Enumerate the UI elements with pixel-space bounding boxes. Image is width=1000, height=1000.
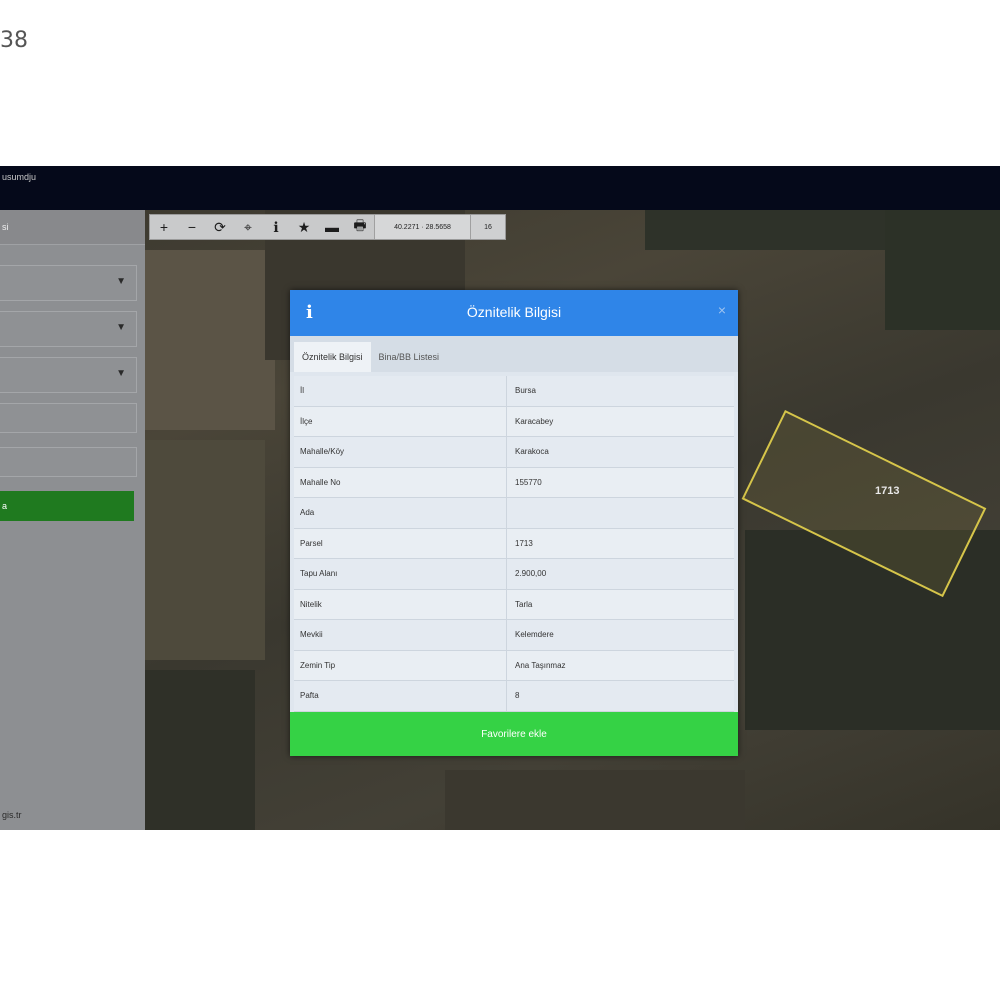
- table-row: Mahalle No 155770: [294, 467, 734, 498]
- attribute-value: 155770: [515, 477, 542, 487]
- attribute-value: 1713: [515, 538, 533, 548]
- chevron-down-icon: ▼: [116, 368, 126, 379]
- tab-bina-listesi[interactable]: Bina/BB Listesi: [371, 342, 448, 372]
- chevron-down-icon: ▼: [116, 276, 126, 287]
- attribute-value: Karakoca: [515, 447, 549, 457]
- attribute-value: Bursa: [515, 386, 536, 396]
- attribute-key: Mahalle/Köy: [294, 437, 507, 467]
- table-row: Parsel 1713: [294, 528, 734, 559]
- sidebar-header-label: si: [2, 222, 9, 232]
- table-row: Ada: [294, 498, 734, 529]
- attribute-key: İlçe: [294, 406, 507, 436]
- table-row: Mevkii Kelemdere: [294, 620, 734, 651]
- mahalle-select[interactable]: ▼: [0, 357, 137, 393]
- attribute-value: [507, 498, 734, 528]
- zoom-out-button[interactable]: −: [178, 215, 206, 239]
- info-icon: ℹ: [273, 218, 279, 235]
- query-button-label: a: [2, 501, 8, 511]
- attribute-value: 2.900,00: [515, 569, 547, 579]
- attribute-key: Mahalle No: [294, 467, 507, 497]
- add-favorite-button[interactable]: Favorilere ekle: [290, 712, 738, 756]
- table-row: İl Bursa: [294, 376, 734, 407]
- attribute-key: Tapu Alanı: [294, 559, 507, 589]
- attribute-key: Pafta: [294, 681, 507, 711]
- ilce-select[interactable]: ▼: [0, 311, 137, 347]
- refresh-icon: ⟳: [214, 218, 226, 235]
- attribute-key: İl: [294, 376, 507, 406]
- sidebar: si ▼ ▼ ▼ a gis.tr: [0, 210, 145, 830]
- star-icon: ★: [297, 218, 311, 235]
- plus-icon: +: [159, 219, 169, 235]
- locate-button[interactable]: ⌖: [234, 215, 262, 239]
- parcel-label: 1713: [875, 485, 900, 497]
- zoom-in-button[interactable]: +: [150, 215, 178, 239]
- attribute-dialog: i Öznitelik Bilgisi × Öznitelik Bilgisi …: [290, 290, 738, 756]
- close-icon[interactable]: ×: [718, 302, 726, 318]
- table-row: Pafta 8: [294, 681, 734, 712]
- map-toolbar: + − ⟳ ⌖ ℹ ★ ▬ 🖶 40.2271 · 28.5658 16: [149, 214, 506, 240]
- attribute-value: Karacabey: [515, 416, 554, 426]
- attribute-value: Tarla: [515, 599, 533, 609]
- table-row: Zemin Tip Ana Taşınmaz: [294, 650, 734, 681]
- info-button[interactable]: ℹ: [262, 215, 290, 239]
- coordinate-readout: 40.2271 · 28.5658: [374, 215, 470, 239]
- dialog-title: Öznitelik Bilgisi: [466, 304, 562, 320]
- attribute-value: 8: [515, 691, 520, 701]
- ruler-icon: ▬: [325, 219, 339, 235]
- app-window: usumdju si ▼ ▼ ▼ a gis.tr + − ⟳ ⌖ ℹ ★ ▬ …: [0, 166, 1000, 830]
- favorite-button[interactable]: ★: [290, 215, 318, 239]
- query-button[interactable]: a: [0, 491, 134, 521]
- print-button[interactable]: 🖶: [346, 215, 374, 239]
- sidebar-footer[interactable]: gis.tr: [2, 810, 22, 820]
- attribute-value: Ana Taşınmaz: [515, 660, 566, 670]
- app-title: usumdju: [2, 172, 37, 182]
- measure-button[interactable]: ▬: [318, 215, 346, 239]
- attribute-value: Kelemdere: [515, 630, 554, 640]
- attribute-key: Mevkii: [294, 620, 507, 650]
- table-row: Mahalle/Köy Karakoca: [294, 437, 734, 468]
- attribute-key: Zemin Tip: [294, 650, 507, 680]
- minus-icon: −: [187, 219, 197, 235]
- attribute-key: Parsel: [294, 528, 507, 558]
- refresh-button[interactable]: ⟳: [206, 215, 234, 239]
- il-select[interactable]: ▼: [0, 265, 137, 301]
- ada-input[interactable]: [0, 403, 137, 433]
- printer-icon: 🖶: [353, 217, 367, 233]
- crosshair-icon: ⌖: [244, 218, 252, 235]
- table-row: Nitelik Tarla: [294, 589, 734, 620]
- sidebar-header: si: [0, 210, 145, 245]
- zoom-level: 16: [470, 215, 505, 239]
- table-row: Tapu Alanı 2.900,00: [294, 559, 734, 590]
- corner-text: 38: [0, 28, 28, 53]
- tab-oznitelik-bilgisi[interactable]: Öznitelik Bilgisi: [294, 342, 371, 372]
- chevron-down-icon: ▼: [116, 322, 126, 333]
- parsel-input[interactable]: [0, 447, 137, 477]
- add-favorite-label: Favorilere ekle: [481, 728, 547, 740]
- dialog-tabs: Öznitelik Bilgisi Bina/BB Listesi: [290, 336, 738, 372]
- attribute-key: Ada: [294, 498, 507, 528]
- attribute-key: Nitelik: [294, 589, 507, 619]
- dialog-header: i Öznitelik Bilgisi ×: [290, 290, 738, 336]
- attribute-table: İl Bursa İlçe Karacabey Mahalle/Köy Karakoca M…: [294, 376, 734, 712]
- table-row: İlçe Karacabey: [294, 406, 734, 437]
- top-bar: usumdju: [0, 166, 1000, 210]
